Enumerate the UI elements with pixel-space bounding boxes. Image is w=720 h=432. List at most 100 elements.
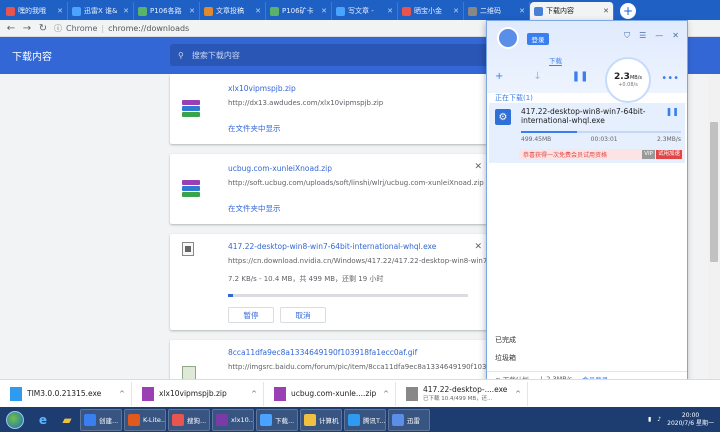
image-file-icon [182,366,196,379]
back-icon[interactable]: ← [6,23,16,34]
taskbar-app[interactable]: 迅雷 [388,408,430,431]
pause-button[interactable]: 暂停 [228,307,274,323]
task-name: 417.22-desktop-win8-win7-64bit-internati… [521,107,646,125]
task-pause-icon[interactable]: ❚❚ [666,107,679,116]
taskbar-app[interactable]: K-Lite... [124,408,166,431]
volume-icon[interactable]: ♪ [657,416,661,423]
taskbar-app[interactable]: 腾讯T... [344,408,386,431]
taskbar-app-label: 腾讯T... [363,416,386,425]
shelf-item[interactable]: ucbug.com-xunle....zip ^ [264,381,396,406]
pause-all-icon[interactable]: ❚❚ [572,71,589,82]
folder-icon[interactable]: ▰ [56,409,78,431]
avatar[interactable] [497,27,519,49]
vip-badge: VIP [642,150,655,159]
tab-close-icon[interactable]: ✕ [321,7,327,15]
ie-icon[interactable]: e [32,409,54,431]
completed-section[interactable]: 已完成 [495,335,516,345]
browser-tab[interactable]: 二维码 ✕ [464,2,530,20]
shelf-item-text: ucbug.com-xunle....zip [291,389,376,398]
tab-close-icon[interactable]: ✕ [255,7,261,15]
tab-close-icon[interactable]: ✕ [603,7,609,15]
start-button[interactable] [0,407,30,432]
tab-close-icon[interactable]: ✕ [387,7,393,15]
trash-section[interactable]: 垃圾箱 [495,353,516,363]
taskbar-app[interactable]: 创建... [80,408,122,431]
tab-download[interactable]: 下载 [549,55,562,66]
download-arrow-icon[interactable]: ↓ [533,71,541,82]
scrollbar-thumb[interactable] [710,122,718,262]
new-tab-button[interactable]: + [620,3,636,19]
download-url[interactable]: https://cn.download.nvidia.cn/Windows/41… [228,257,508,265]
chevron-up-icon[interactable]: ^ [383,390,389,398]
browser-tab[interactable]: 写文章 - ✕ [332,2,398,20]
taskbar-app-label: 计算机 [319,416,339,425]
more-icon[interactable]: ••• [661,73,679,84]
downloading-section-title[interactable]: 正在下载(1) [495,93,533,103]
vertical-scrollbar[interactable] [708,74,720,379]
show-in-folder-link[interactable]: 在文件夹中显示 [228,203,281,214]
browser-tab[interactable]: 晒宝小金 ✕ [398,2,464,20]
shelf-item[interactable]: TIM3.0.0.21315.exe ^ [0,381,132,406]
menu-icon[interactable]: ☰ [639,31,646,41]
tab-close-icon[interactable]: ✕ [453,7,459,15]
taskbar-app-label: xlx10... [231,415,254,424]
file-icon [406,386,418,401]
chevron-up-icon[interactable]: ^ [251,390,257,398]
tab-close-icon[interactable]: ✕ [123,7,129,15]
shelf-item[interactable]: 417.22-desktop-....exe 已下载 10.4/499 MB，还.… [396,381,528,406]
download-filename[interactable]: ucbug.com-xunleiXnoad.zip [228,164,332,173]
add-task-icon[interactable]: + [495,71,503,82]
remove-icon[interactable]: ✕ [474,162,482,172]
tab-title: 嘿的我哦 [18,7,46,15]
tab-close-icon[interactable]: ✕ [519,7,525,15]
tab-strip: 嘿的我哦 ✕ 迅雷X 谁& ✕ P106各路 ✕ 文章投稿 ✕ P106矿卡 ✕ 写文章 - ✕ 晒宝小… [0,0,720,20]
download-url[interactable]: http://dx13.awdudes.com/xlx10vipmspjb.zi… [228,99,383,107]
tab-close-icon[interactable]: ✕ [57,7,63,15]
app-icon [216,413,228,426]
show-in-folder-link[interactable]: 在文件夹中显示 [228,123,281,134]
chevron-up-icon[interactable]: ^ [119,390,125,398]
taskbar-app[interactable]: 计算机 [300,408,342,431]
clock[interactable]: 20:00 2020/7/6 星期一 [667,412,714,428]
site-info-icon[interactable]: ⓘ [54,23,62,34]
clock-date: 2020/7/6 星期一 [667,419,714,427]
taskbar-app-label: 迅雷 [407,416,420,425]
browser-tab[interactable]: 嘿的我哦 ✕ [2,2,68,20]
browser-tab[interactable]: 下载内容 ✕ [530,2,614,20]
browser-tab[interactable]: 文章投稿 ✕ [200,2,266,20]
app-icon [128,413,140,426]
gear-icon: ⚙ [495,109,511,125]
chevron-up-icon[interactable]: ^ [515,390,521,398]
taskbar-app[interactable]: xlx10... [212,408,254,431]
xunlei-task[interactable]: ⚙ 417.22-desktop-win8-win7-64bit-interna… [489,103,685,163]
browser-tab[interactable]: P106各路 ✕ [134,2,200,20]
network-icon[interactable]: ▮ [648,416,651,423]
shelf-item[interactable]: xlx10vipmspjb.zip ^ [132,381,264,406]
trial-boost-button[interactable]: 试用加速 [655,150,682,159]
download-filename[interactable]: 8cca11dfa9ec8a1334649190f103918fa1ecc0af… [228,348,417,357]
file-icon [10,386,22,401]
forward-icon[interactable]: → [22,23,32,34]
taskbar-app[interactable]: 搜狗... [168,408,210,431]
minimize-icon[interactable]: — [655,31,663,41]
tab-favicon [468,6,477,16]
remove-icon[interactable]: ✕ [474,242,482,252]
cancel-button[interactable]: 取消 [280,307,326,323]
download-filename[interactable]: 417.22-desktop-win8-win7-64bit-internati… [228,242,436,251]
omnibox-url[interactable]: chrome://downloads [108,24,189,33]
skin-icon[interactable]: ⛉ [624,31,630,41]
omnibox[interactable]: ⓘ Chrome | chrome://downloads [54,23,189,34]
download-filename[interactable]: xlx10vipmspjb.zip [228,84,296,93]
browser-tab[interactable]: 迅雷X 谁& ✕ [68,2,134,20]
tab-favicon [402,6,411,16]
login-button[interactable]: 登录 [527,33,549,45]
tab-close-icon[interactable]: ✕ [189,7,195,15]
taskbar-app[interactable]: 下载... [256,408,298,431]
download-progress-bar [228,294,468,297]
vip-promo-banner[interactable]: 恭喜获得一次免费会员试用资格 VIP 试用加速 [519,149,683,160]
reload-icon[interactable]: ↻ [38,23,48,34]
download-url[interactable]: http://soft.ucbug.com/uploads/soft/linsh… [228,179,484,187]
browser-tab[interactable]: P106矿卡 ✕ [266,2,332,20]
close-icon[interactable]: ✕ [672,31,679,41]
search-input[interactable]: ⚲ 搜索下载内容 [170,44,490,66]
